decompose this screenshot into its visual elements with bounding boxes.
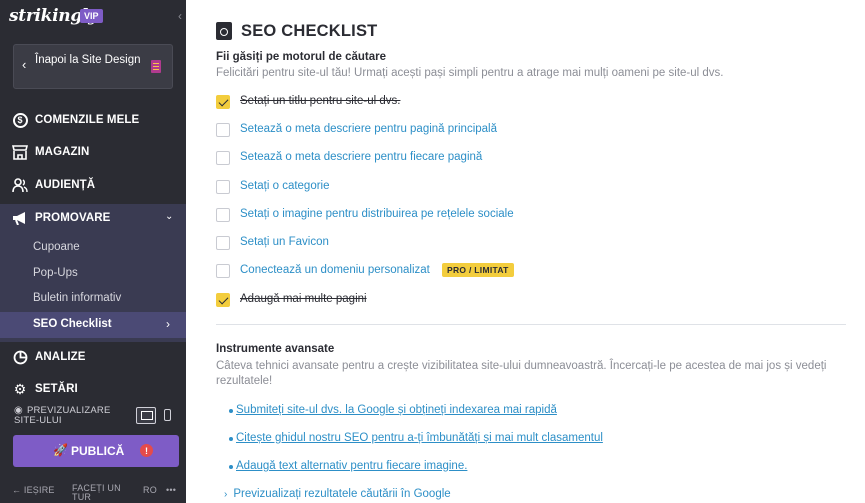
exit-button[interactable]: ← IEȘIRE — [12, 486, 55, 495]
checkbox[interactable] — [216, 208, 230, 222]
main-content: SEO CHECKLIST Fii găsiți pe motorul de c… — [186, 0, 865, 503]
sidebar-item-newsletter[interactable]: Buletin informativ — [33, 292, 121, 304]
desktop-preview-button[interactable] — [136, 407, 156, 424]
seo-search-icon — [216, 22, 232, 40]
megaphone-icon — [12, 210, 28, 226]
publish-label: PUBLICĂ — [71, 444, 125, 458]
advanced-link[interactable]: Citește ghidul nostru SEO pentru a-ți îm… — [236, 432, 603, 444]
language-selector[interactable]: RO — [143, 486, 157, 495]
sidebar-item-label: SEO Checklist — [33, 318, 112, 330]
preview-site-label: ◉ PREVIZUALIZARE SITE-ULUI — [14, 405, 111, 426]
nav-label: PROMOVARE — [35, 212, 111, 224]
advanced-link[interactable]: Adaugă text alternativ pentru fiecare im… — [236, 460, 467, 472]
nav-analize[interactable]: ANALIZE — [0, 342, 186, 372]
nav-audienta[interactable]: AUDIENȚĂ — [0, 170, 186, 200]
bullet-dot — [229, 465, 233, 469]
nav-label: MAGAZIN — [35, 146, 90, 158]
checkbox[interactable] — [216, 264, 230, 278]
checklist-link[interactable]: Conectează un domeniu personalizat — [240, 264, 430, 276]
checklist-label: Adaugă mai multe pagini — [240, 293, 367, 305]
google-preview-toggle[interactable]: › Previzualizați rezultatele căutării în … — [224, 488, 451, 500]
mobile-preview-button[interactable] — [164, 409, 171, 421]
vip-badge: VIP — [80, 9, 103, 23]
checkbox[interactable] — [216, 123, 230, 137]
checklist-link[interactable]: Setează o meta descriere pentru fiecare … — [240, 151, 482, 163]
page-title: SEO CHECKLIST — [241, 22, 378, 40]
sidebar-item-popups[interactable]: Pop-Ups — [33, 267, 78, 279]
sidebar: strikingly VIP ‹ ‹ Înapoi la Site Design… — [0, 0, 186, 503]
publish-button[interactable]: 🚀 PUBLICĂ ! — [13, 435, 179, 467]
people-icon — [12, 177, 28, 193]
page-design-icon — [151, 60, 161, 73]
advanced-link[interactable]: Submiteți site-ul dvs. la Google și obți… — [236, 404, 557, 416]
checkbox[interactable] — [216, 236, 230, 250]
collapse-sidebar-icon[interactable]: ‹ — [178, 9, 182, 23]
pie-chart-icon — [12, 349, 28, 365]
nav-promovare[interactable]: PROMOVARE — [0, 203, 186, 233]
back-label: Înapoi la Site Design — [35, 54, 141, 66]
alert-icon: ! — [140, 444, 153, 457]
chevron-left-icon: ‹ — [22, 57, 27, 72]
take-tour-button[interactable]: FACEȚI UN TUR — [72, 484, 122, 502]
section-heading: Instrumente avansate — [216, 343, 335, 355]
section-subtitle: Felicitări pentru site-ul tău! Urmați ac… — [216, 67, 724, 79]
nav-label: COMENZILE MELE — [35, 114, 140, 126]
checkbox[interactable] — [216, 180, 230, 194]
section-subtitle: Câteva tehnici avansate pentru a crește … — [216, 360, 827, 387]
nav-label: AUDIENȚĂ — [35, 179, 96, 191]
checklist-link[interactable]: Setați o imagine pentru distribuirea pe … — [240, 208, 514, 220]
checklist-link[interactable]: Setați un Favicon — [240, 236, 329, 248]
nav-comenzile-mele[interactable]: $ COMENZILE MELE — [0, 105, 186, 135]
chevron-down-icon[interactable]: ⌄ — [165, 211, 173, 222]
bullet-dot — [229, 409, 233, 413]
section-divider — [216, 324, 846, 325]
back-to-site-design-button[interactable]: ‹ Înapoi la Site Design — [13, 44, 173, 89]
bullet-dot — [229, 437, 233, 441]
app-window: strikingly VIP ‹ ‹ Înapoi la Site Design… — [0, 0, 865, 503]
pro-limit-badge: PRO / LIMITAT — [442, 263, 514, 277]
nav-label: SETĂRI — [35, 383, 78, 395]
checklist-label: Setați un titlu pentru site-ul dvs. — [240, 95, 401, 107]
nav-magazin[interactable]: MAGAZIN — [0, 137, 186, 167]
sidebar-item-cupoane[interactable]: Cupoane — [33, 241, 80, 253]
section-heading: Fii găsiți pe motorul de căutare — [216, 51, 386, 63]
nav-label: ANALIZE — [35, 351, 86, 363]
gear-icon: ⚙ — [13, 380, 27, 397]
checklist-link[interactable]: Setați o categorie — [240, 180, 330, 192]
checkbox-checked[interactable] — [216, 293, 230, 307]
dollar-circle-icon: $ — [12, 112, 28, 128]
checkbox-checked[interactable] — [216, 95, 230, 109]
sidebar-item-seo-checklist[interactable]: SEO Checklist › — [0, 312, 186, 338]
checkbox[interactable] — [216, 151, 230, 165]
chevron-right-icon: › — [224, 489, 228, 500]
chevron-right-icon: › — [166, 317, 170, 331]
rocket-icon: 🚀 — [53, 443, 68, 457]
checklist-link[interactable]: Setează o meta descriere pentru pagină p… — [240, 123, 497, 135]
store-icon — [12, 144, 28, 160]
more-icon[interactable]: ••• — [166, 486, 176, 495]
